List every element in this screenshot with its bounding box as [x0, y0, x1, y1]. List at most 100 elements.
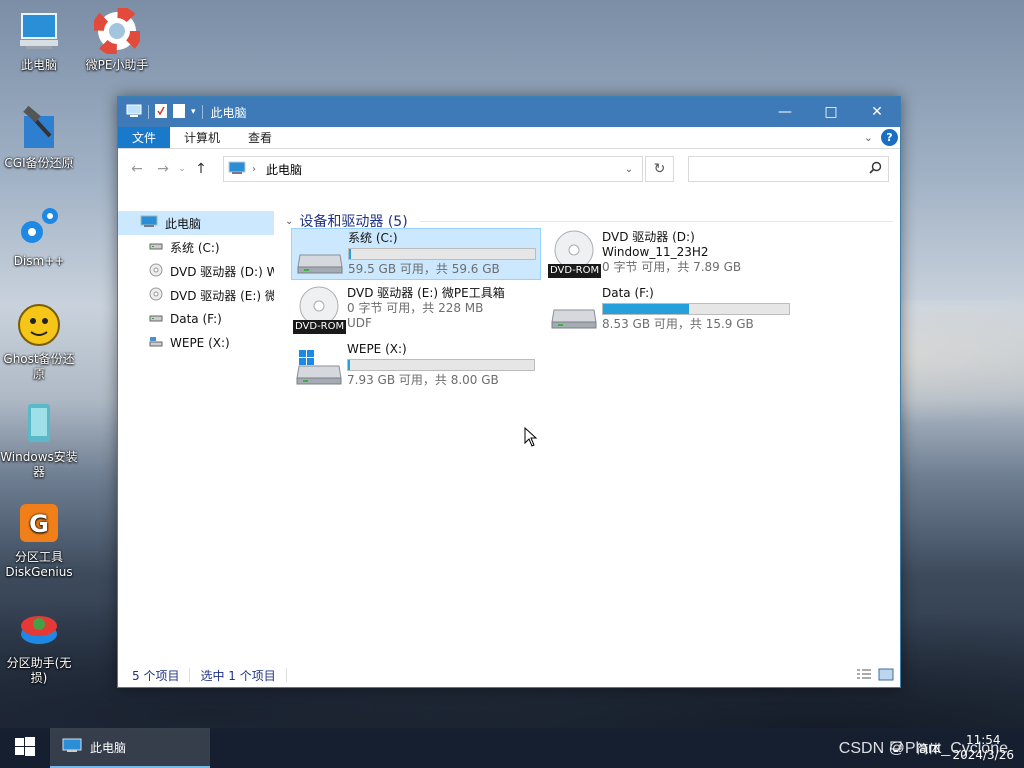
nav-item-this-pc[interactable]: 此电脑 [118, 211, 274, 235]
help-icon[interactable]: ? [881, 129, 898, 146]
dvd-rom-badge: DVD-ROM [293, 320, 347, 334]
watermark: CSDN @Plant_Cyclone [838, 740, 1008, 757]
desktop-icon-dism[interactable]: Dism++ [0, 204, 78, 269]
drive-name: WEPE (X:) [347, 342, 407, 356]
search-input[interactable] [688, 156, 889, 182]
usage-bar [347, 359, 535, 371]
drive-tile-e[interactable]: DVD-ROM DVD 驱动器 (E:) 微PE工具箱 0 字节 可用，共 22… [291, 284, 541, 336]
drive-detail: 7.93 GB 可用，共 8.00 GB [347, 373, 499, 387]
tab-file[interactable]: 文件 [118, 127, 171, 148]
computer-icon [16, 8, 62, 54]
drive-icon [149, 240, 163, 254]
drive-filesystem: UDF [347, 316, 372, 330]
dvd-icon [149, 263, 163, 280]
drive-tile-d[interactable]: DVD-ROM DVD 驱动器 (D:) Window_11_23H2 0 字节… [546, 228, 796, 280]
gears-icon [16, 204, 62, 250]
nav-item-label: 此电脑 [165, 216, 202, 231]
address-bar[interactable]: › 此电脑 ⌄ [223, 156, 643, 182]
address-dropdown-icon[interactable]: ⌄ [616, 164, 642, 175]
usage-fill [348, 360, 350, 370]
desktop-icon-diskgenius[interactable]: G 分区工具DiskGenius [0, 500, 78, 580]
taskbar-item-this-pc[interactable]: 此电脑 [50, 728, 210, 768]
content-pane: ⌄ 设备和驱动器 (5) 系统 (C:) 59.5 GB 可用，共 59.6 G… [281, 211, 897, 661]
desktop-icon-label: Dism++ [13, 254, 65, 268]
computer-icon [140, 215, 158, 231]
refresh-button[interactable]: ↻ [645, 156, 674, 182]
partition-assistant-icon [16, 606, 62, 652]
desktop-icon-label: CGI备份还原 [4, 156, 74, 170]
desktop-icon-wepe-helper[interactable]: 微PE小助手 [78, 6, 156, 73]
nav-item-label: 系统 (C:) [170, 240, 220, 255]
dvd-rom-badge: DVD-ROM [548, 264, 602, 278]
title-bar[interactable]: ▾ 此电脑 — □ ✕ [118, 97, 900, 127]
divider [189, 668, 191, 682]
desktop-icon-label: Ghost备份还原 [3, 352, 75, 381]
desktop-icon-label: 此电脑 [20, 58, 57, 72]
chevron-right-icon[interactable]: › [252, 164, 256, 175]
taskbar-item-label: 此电脑 [90, 740, 127, 755]
nav-item-dvd-d[interactable]: DVD 驱动器 (D:) W [118, 259, 274, 283]
dvd-rom-icon: DVD-ROM [291, 284, 347, 336]
desktop-icon-label: Windows安装器 [0, 450, 78, 479]
desktop-icon-cgi[interactable]: CGI备份还原 [0, 105, 78, 171]
divider [201, 105, 203, 119]
cgi-hammer-icon [16, 105, 62, 152]
forward-button[interactable]: → [150, 161, 176, 177]
network-drive-icon [149, 336, 163, 351]
breadcrumb-item[interactable]: 此电脑 [266, 161, 302, 178]
computer-icon [126, 104, 142, 121]
quick-access-toolbar: ▾ [118, 103, 196, 121]
up-button[interactable]: ↑ [188, 161, 214, 177]
dvd-rom-icon: DVD-ROM [546, 228, 602, 280]
desktop-icon-label: 微PE小助手 [85, 58, 149, 72]
drive-detail: 0 字节 可用，共 228 MB [347, 301, 484, 315]
chevron-down-icon: ⌄ [285, 215, 294, 227]
drive-detail: 0 字节 可用，共 7.89 GB [602, 260, 742, 274]
drive-name: 系统 (C:) [348, 231, 398, 245]
maximize-button[interactable]: □ [808, 97, 854, 127]
expand-ribbon-icon[interactable]: ⌄ [864, 131, 873, 144]
desktop-icon-partition-assistant[interactable]: 分区助手(无损) [0, 606, 78, 686]
drive-detail: 59.5 GB 可用，共 59.6 GB [348, 262, 500, 276]
desktop-icon-ghost[interactable]: Ghost备份还原 [0, 302, 78, 382]
svg-text:G: G [29, 510, 49, 538]
nav-item-label: Data (F:) [170, 312, 222, 326]
desktop-icon-label: 分区助手(无损) [6, 656, 72, 685]
back-button[interactable]: ← [124, 161, 150, 177]
item-count: 5 个项目 [132, 668, 180, 683]
tab-computer[interactable]: 计算机 [170, 127, 234, 148]
window-title: 此电脑 [210, 105, 247, 120]
chevron-down-icon[interactable]: ▾ [191, 107, 196, 117]
hdd-icon [292, 229, 348, 281]
large-icons-view-icon[interactable] [878, 668, 894, 684]
nav-item-dvd-e[interactable]: DVD 驱动器 (E:) 微 [118, 283, 274, 307]
desktop-icon-windows-installer[interactable]: Windows安装器 [0, 400, 78, 480]
new-folder-icon[interactable] [173, 103, 185, 121]
dvd-icon [149, 287, 163, 304]
nav-item-drive-f[interactable]: Data (F:) [118, 307, 274, 331]
drive-tile-x[interactable]: WEPE (X:) 7.93 GB 可用，共 8.00 GB [291, 340, 541, 392]
desktop-icon-label: 分区工具DiskGenius [5, 550, 73, 579]
nav-item-label: DVD 驱动器 (E:) 微 [170, 288, 274, 303]
drive-tile-c[interactable]: 系统 (C:) 59.5 GB 可用，共 59.6 GB [291, 228, 541, 280]
ghost-icon [16, 302, 62, 348]
explorer-window[interactable]: ▾ 此电脑 — □ ✕ 文件 计算机 查看 ⌄ ? ← → ⌄ ↑ › 此电脑 … [117, 96, 901, 688]
nav-item-drive-x[interactable]: WEPE (X:) [118, 331, 274, 355]
nav-item-label: WEPE (X:) [170, 336, 230, 350]
recent-locations-icon[interactable]: ⌄ [176, 164, 188, 174]
drive-tile-f[interactable]: Data (F:) 8.53 GB 可用，共 15.9 GB [546, 284, 796, 336]
nav-item-drive-c[interactable]: 系统 (C:) [118, 235, 274, 259]
tab-view[interactable]: 查看 [234, 127, 286, 148]
computer-icon [62, 738, 82, 757]
minimize-button[interactable]: — [762, 97, 808, 127]
windows-installer-icon [16, 400, 62, 446]
drive-volume-label: Window_11_23H2 [602, 245, 709, 259]
desktop-icon-this-pc[interactable]: 此电脑 [0, 8, 78, 73]
details-view-icon[interactable] [856, 668, 872, 684]
close-button[interactable]: ✕ [854, 97, 900, 127]
properties-icon[interactable] [155, 103, 167, 121]
start-button[interactable] [0, 728, 50, 768]
windows-logo-icon [15, 736, 35, 760]
divider [148, 105, 149, 119]
windows-drive-icon [291, 340, 347, 392]
